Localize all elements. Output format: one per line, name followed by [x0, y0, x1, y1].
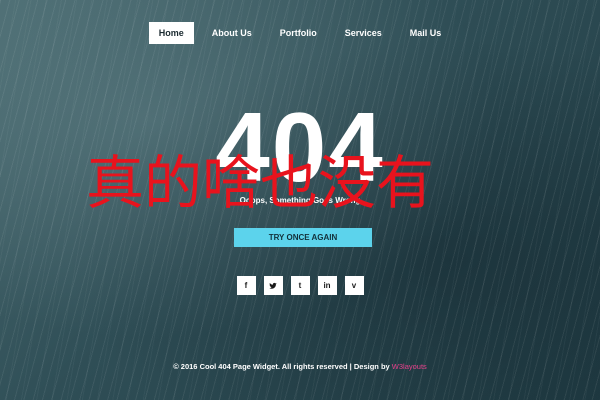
linkedin-icon[interactable]: in	[317, 276, 337, 295]
top-navigation: Home About Us Portfolio Services Mail Us	[0, 22, 600, 44]
twitter-icon[interactable]	[263, 276, 283, 295]
twitter-bird-glyph	[269, 282, 277, 289]
tumblr-icon[interactable]: t	[290, 276, 310, 295]
overlay-chinese-text: 真的啥也没有	[85, 149, 434, 217]
footer: © 2016 Cool 404 Page Widget. All rights …	[0, 362, 600, 371]
vimeo-icon[interactable]: v	[344, 276, 364, 295]
footer-credit-link[interactable]: W3layouts	[392, 362, 427, 371]
nav-item-home[interactable]: Home	[148, 22, 194, 44]
nav-item-services[interactable]: Services	[335, 22, 392, 44]
try-again-button[interactable]: TRY ONCE AGAIN	[234, 228, 372, 247]
nav-item-portfolio[interactable]: Portfolio	[270, 22, 327, 44]
social-links: f t in v	[0, 276, 600, 295]
nav-item-about-us[interactable]: About Us	[202, 22, 262, 44]
nav-item-mail-us[interactable]: Mail Us	[400, 22, 452, 44]
footer-copyright: © 2016 Cool 404 Page Widget. All rights …	[173, 362, 392, 371]
facebook-icon[interactable]: f	[236, 276, 256, 295]
